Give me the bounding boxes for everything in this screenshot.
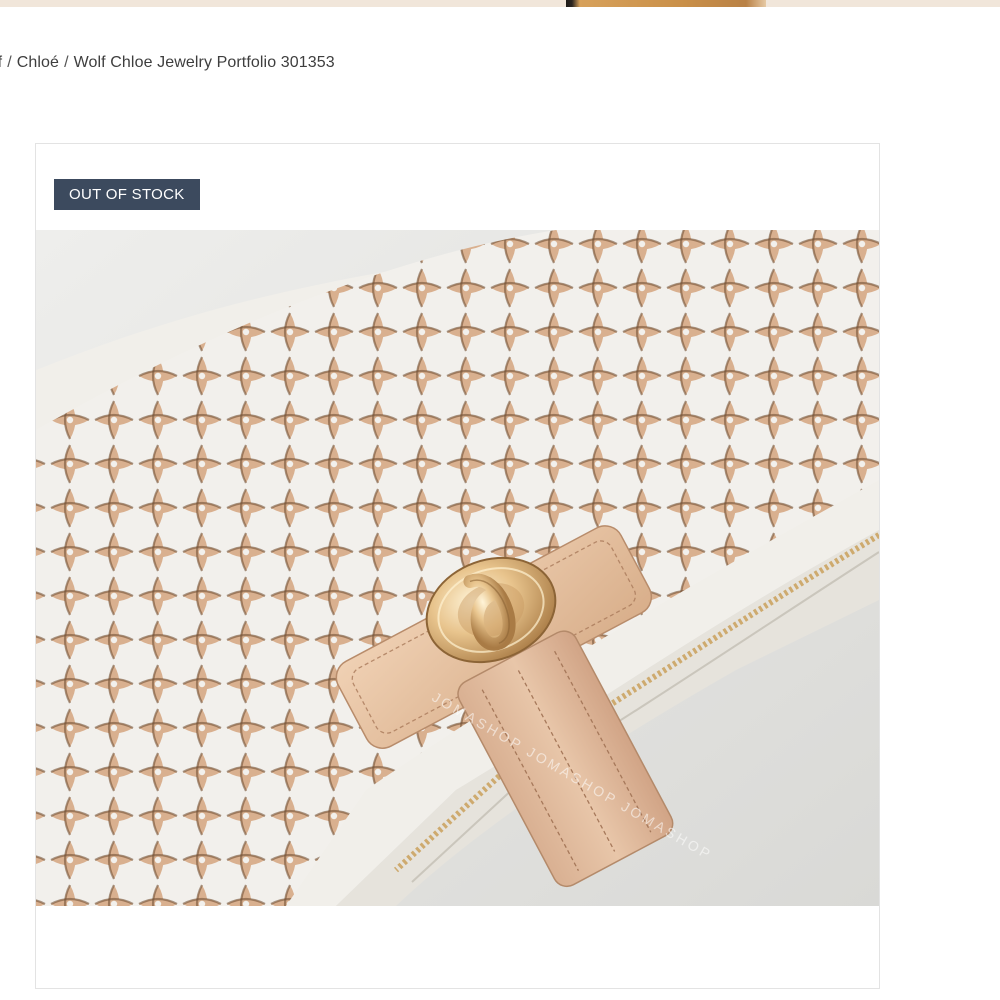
breadcrumb-current-page: Wolf Chloe Jewelry Portfolio 301353	[73, 54, 335, 71]
product-image-card: OUT OF STOCK JOMASHOP JOMASHOP JOMASHOP	[35, 143, 880, 989]
out-of-stock-badge: OUT OF STOCK	[54, 179, 200, 210]
banner-image-strip	[566, 0, 766, 7]
breadcrumb-link-collection[interactable]: Chloé	[17, 54, 59, 71]
top-banner[interactable]	[0, 0, 1000, 7]
breadcrumb-separator: /	[7, 54, 12, 71]
breadcrumb: lf/Chloé/Wolf Chloe Jewelry Portfolio 30…	[0, 52, 335, 74]
portfolio-photo-illustration: JOMASHOP JOMASHOP JOMASHOP	[36, 230, 879, 906]
product-image[interactable]: JOMASHOP JOMASHOP JOMASHOP	[36, 230, 879, 906]
breadcrumb-separator: /	[64, 54, 69, 71]
